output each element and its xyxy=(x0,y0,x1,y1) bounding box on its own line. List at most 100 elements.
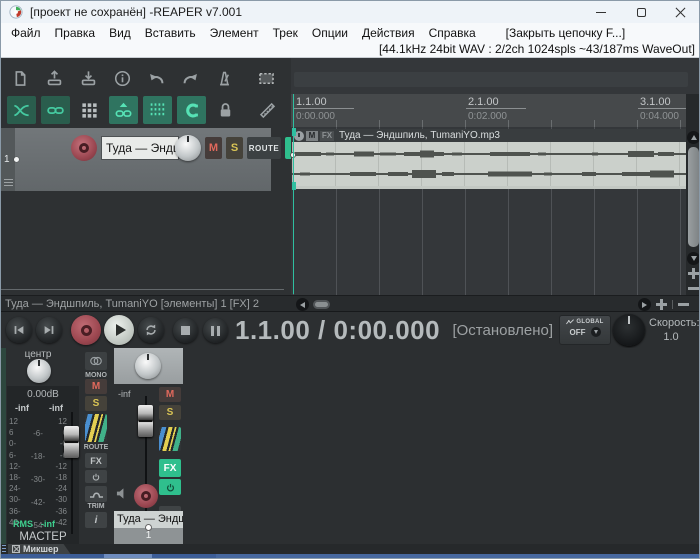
repeat-button[interactable] xyxy=(138,317,164,343)
grid-icon[interactable] xyxy=(143,96,172,124)
track-name-field[interactable]: Туда — Эндшп xyxy=(101,136,179,160)
master-gain-readout[interactable]: 0.00dB xyxy=(7,386,79,400)
docker-close-icon[interactable] xyxy=(12,545,20,553)
ripple-edit-icon[interactable] xyxy=(75,96,104,124)
track-panel[interactable]: 1 Туда — Эндшп M S ROUTE FX xyxy=(1,128,271,191)
horizontal-scrollbar-thumb[interactable] xyxy=(313,300,330,309)
go-to-end-button[interactable] xyxy=(36,317,62,343)
mixer-track-fx-button[interactable]: FX xyxy=(159,459,181,477)
mixer-track-strip[interactable]: -inf M S FX Туда — Эндш 1 xyxy=(114,348,183,544)
record-button[interactable] xyxy=(71,315,101,345)
scroll-right-button[interactable] xyxy=(638,298,651,311)
menu-item[interactable]: Опции xyxy=(305,26,355,40)
arrow-right-icon xyxy=(642,302,647,308)
media-item[interactable]: M FX Туда — Эндшпиль, TumaniYO.mp3 xyxy=(292,129,686,189)
redo-icon[interactable] xyxy=(177,65,204,92)
master-pan-knob[interactable] xyxy=(27,359,51,383)
menu-item[interactable]: Справка xyxy=(422,26,483,40)
master-mute-button[interactable]: M xyxy=(85,379,107,394)
minimize-button[interactable] xyxy=(581,1,621,23)
menu-item[interactable]: Элемент xyxy=(203,26,266,40)
vertical-scrollbar-thumb[interactable] xyxy=(688,147,699,247)
ruler-mark: 3.1.000:04.000 xyxy=(638,96,686,122)
master-solo-button[interactable]: S xyxy=(85,396,107,411)
scroll-down-button[interactable] xyxy=(687,252,700,265)
master-trim-button[interactable] xyxy=(85,486,107,502)
mixer-track-record-arm[interactable] xyxy=(134,484,158,508)
mixer-track-route-icon[interactable] xyxy=(159,427,181,451)
track-solo-button[interactable]: S xyxy=(226,137,243,159)
master-peak-left: -inf xyxy=(15,403,29,413)
menu-item[interactable]: [Закрыть цепочку F...] xyxy=(499,26,633,40)
edit-ruler-icon[interactable] xyxy=(253,96,282,124)
master-info-button[interactable]: i xyxy=(85,512,107,528)
new-project-icon[interactable] xyxy=(7,65,34,92)
loop-end-marker[interactable] xyxy=(292,182,296,190)
mixer-track-fx-bypass-button[interactable] xyxy=(159,479,181,495)
group-items-icon[interactable] xyxy=(41,96,70,124)
loop-start-marker[interactable] xyxy=(292,128,296,136)
global-dropdown-icon[interactable] xyxy=(591,327,601,337)
menu-item[interactable]: Действия xyxy=(355,26,422,40)
crossfade-icon[interactable] xyxy=(7,96,36,124)
undo-icon[interactable] xyxy=(143,65,170,92)
track-route-button[interactable]: ROUTE xyxy=(247,137,281,159)
track-panel-options-icon[interactable] xyxy=(4,177,13,185)
vertical-zoom-out-button[interactable] xyxy=(688,287,699,290)
mixer-docker-tab[interactable]: Микшер xyxy=(8,544,71,554)
track-mute-button[interactable]: M xyxy=(205,137,222,159)
waveform[interactable] xyxy=(292,142,686,186)
open-project-icon[interactable] xyxy=(41,65,68,92)
save-project-icon[interactable] xyxy=(75,65,102,92)
scroll-left-button[interactable] xyxy=(296,298,309,311)
arrange-view[interactable]: 1.1.000:00.0002.1.000:02.0003.1.000:04.0… xyxy=(291,58,700,295)
master-route-icon[interactable] xyxy=(85,414,107,442)
master-fader-handle[interactable] xyxy=(64,426,79,458)
snap-magnet-icon[interactable] xyxy=(177,96,206,124)
scroll-up-button[interactable] xyxy=(687,131,700,144)
play-button[interactable] xyxy=(104,315,134,345)
close-button[interactable] xyxy=(661,1,700,23)
metronome-icon[interactable] xyxy=(211,65,238,92)
ruler-mark: 1.1.000:00.000 xyxy=(294,96,354,122)
transport-time-display[interactable]: 1.1.00 / 0:00.000 xyxy=(235,315,440,346)
track-pan-knob[interactable] xyxy=(175,135,201,161)
record-arm-button[interactable] xyxy=(71,135,97,161)
marquee-select-icon[interactable] xyxy=(253,65,280,92)
media-item-header[interactable]: M FX Туда — Эндшпиль, TumaniYO.mp3 xyxy=(292,129,686,142)
mixer-track-solo-button[interactable]: S xyxy=(159,405,181,420)
maximize-button[interactable] xyxy=(621,1,661,23)
docker-edge xyxy=(1,348,6,544)
lock-icon[interactable] xyxy=(211,96,240,124)
menu-item[interactable]: Файл xyxy=(4,26,48,40)
mixer-track-fader-handle[interactable] xyxy=(138,405,153,437)
menu-item[interactable]: Трек xyxy=(266,26,305,40)
horizontal-zoom-in-button[interactable] xyxy=(656,299,667,310)
global-automation-button[interactable]: GLOBAL OFF xyxy=(559,315,611,345)
item-fx-button[interactable]: FX xyxy=(320,131,334,141)
master-fx-bypass-button[interactable] xyxy=(85,470,107,483)
record-arm-icon xyxy=(141,491,151,501)
docker-grip[interactable] xyxy=(2,545,6,553)
pause-button[interactable] xyxy=(203,318,228,343)
menu-item[interactable]: Вставить xyxy=(138,26,203,40)
vertical-scrollbar[interactable] xyxy=(686,94,700,295)
menu-item[interactable]: Правка xyxy=(48,26,103,40)
mixer-track-pan-knob[interactable] xyxy=(135,353,161,379)
item-mute-button[interactable]: M xyxy=(306,131,318,141)
menu-item[interactable]: Вид xyxy=(102,26,138,40)
vertical-zoom-in-button[interactable] xyxy=(688,268,699,279)
stop-button[interactable] xyxy=(173,318,198,343)
playrate-value[interactable]: 1.0 xyxy=(649,331,693,343)
timeline-ruler[interactable]: 1.1.000:00.0002.1.000:02.0003.1.000:04.0… xyxy=(291,94,686,127)
playrate-knob[interactable] xyxy=(613,314,645,346)
horizontal-zoom-out-button[interactable] xyxy=(678,303,689,306)
go-to-start-button[interactable] xyxy=(6,317,32,343)
project-settings-icon[interactable] xyxy=(109,65,136,92)
pause-icon xyxy=(211,326,220,336)
mixer-track-header[interactable] xyxy=(114,348,183,384)
mixer-track-mute-button[interactable]: M xyxy=(159,387,181,402)
master-fx-button[interactable]: FX xyxy=(85,453,107,468)
envelope-attach-icon[interactable] xyxy=(109,96,138,124)
maximize-icon xyxy=(637,8,646,17)
